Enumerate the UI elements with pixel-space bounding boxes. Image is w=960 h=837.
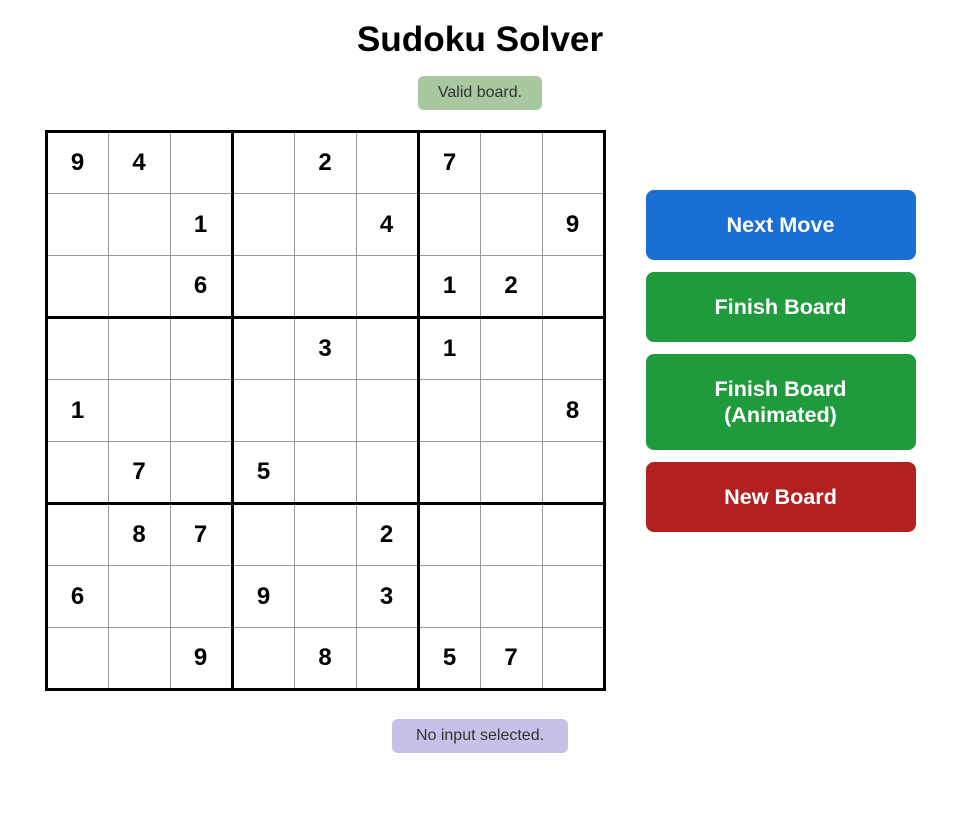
grid-cell[interactable]	[46, 318, 108, 380]
finish-board-button[interactable]: Finish Board	[646, 272, 916, 342]
valid-board-badge: Valid board.	[418, 76, 542, 110]
grid-cell[interactable]: 3	[294, 318, 356, 380]
grid-cell[interactable]	[232, 380, 294, 442]
grid-cell[interactable]	[108, 380, 170, 442]
grid-cell[interactable]: 4	[356, 194, 418, 256]
grid-cell[interactable]: 1	[46, 380, 108, 442]
grid-cell[interactable]: 6	[46, 566, 108, 628]
grid-cell[interactable]	[108, 566, 170, 628]
grid-cell[interactable]	[418, 194, 480, 256]
grid-cell[interactable]	[232, 318, 294, 380]
grid-cell[interactable]	[232, 256, 294, 318]
grid-cell[interactable]	[356, 442, 418, 504]
grid-cell[interactable]: 4	[108, 132, 170, 194]
grid-cell[interactable]	[294, 256, 356, 318]
grid-cell[interactable]: 2	[294, 132, 356, 194]
grid-cell[interactable]	[480, 442, 542, 504]
main-area: 94271496123118758726939857 Next Move Fin…	[45, 130, 916, 691]
grid-cell[interactable]: 8	[108, 504, 170, 566]
grid-cell[interactable]	[542, 132, 604, 194]
grid-cell[interactable]: 1	[418, 256, 480, 318]
grid-cell[interactable]	[232, 504, 294, 566]
grid-cell[interactable]	[480, 380, 542, 442]
grid-cell[interactable]	[46, 504, 108, 566]
grid-cell[interactable]: 2	[480, 256, 542, 318]
grid-cell[interactable]: 9	[46, 132, 108, 194]
grid-cell[interactable]	[46, 256, 108, 318]
grid-cell[interactable]	[480, 566, 542, 628]
grid-cell[interactable]	[356, 628, 418, 690]
page-title: Sudoku Solver	[357, 20, 603, 60]
grid-cell[interactable]	[542, 566, 604, 628]
grid-cell[interactable]: 9	[542, 194, 604, 256]
new-board-button[interactable]: New Board	[646, 462, 916, 532]
grid-cell[interactable]: 7	[108, 442, 170, 504]
grid-cell[interactable]	[542, 318, 604, 380]
grid-cell[interactable]: 6	[170, 256, 232, 318]
grid-cell[interactable]	[542, 504, 604, 566]
grid-cell[interactable]	[294, 380, 356, 442]
grid-cell[interactable]	[418, 380, 480, 442]
grid-cell[interactable]	[542, 256, 604, 318]
grid-cell[interactable]	[170, 566, 232, 628]
grid-cell[interactable]	[294, 194, 356, 256]
grid-cell[interactable]: 7	[170, 504, 232, 566]
grid-cell[interactable]	[294, 504, 356, 566]
grid-cell[interactable]	[480, 132, 542, 194]
grid-cell[interactable]	[108, 628, 170, 690]
grid-cell[interactable]	[418, 442, 480, 504]
sudoku-grid: 94271496123118758726939857	[45, 130, 606, 691]
grid-cell[interactable]	[108, 194, 170, 256]
grid-cell[interactable]	[108, 318, 170, 380]
grid-cell[interactable]	[294, 566, 356, 628]
grid-cell[interactable]	[170, 380, 232, 442]
grid-cell[interactable]	[542, 628, 604, 690]
grid-cell[interactable]	[480, 194, 542, 256]
grid-cell[interactable]: 5	[232, 442, 294, 504]
grid-cell[interactable]: 8	[294, 628, 356, 690]
grid-cell[interactable]: 1	[170, 194, 232, 256]
grid-cell[interactable]	[480, 318, 542, 380]
grid-cell[interactable]: 8	[542, 380, 604, 442]
grid-cell[interactable]: 2	[356, 504, 418, 566]
grid-cell[interactable]	[356, 318, 418, 380]
grid-cell[interactable]: 7	[480, 628, 542, 690]
grid-cell[interactable]	[232, 194, 294, 256]
grid-cell[interactable]	[418, 504, 480, 566]
grid-cell[interactable]: 7	[418, 132, 480, 194]
grid-cell[interactable]	[356, 380, 418, 442]
next-move-button[interactable]: Next Move	[646, 190, 916, 260]
grid-cell[interactable]: 1	[418, 318, 480, 380]
grid-cell[interactable]: 3	[356, 566, 418, 628]
grid-cell[interactable]	[46, 628, 108, 690]
grid-cell[interactable]: 9	[170, 628, 232, 690]
finish-board-animated-button[interactable]: Finish Board (Animated)	[646, 354, 916, 450]
grid-cell[interactable]	[170, 442, 232, 504]
grid-cell[interactable]	[46, 442, 108, 504]
grid-cell[interactable]	[418, 566, 480, 628]
bottom-status-badge: No input selected.	[392, 719, 568, 753]
grid-cell[interactable]	[356, 256, 418, 318]
grid-cell[interactable]	[356, 132, 418, 194]
grid-cell[interactable]: 5	[418, 628, 480, 690]
grid-cell[interactable]	[232, 132, 294, 194]
grid-cell[interactable]	[46, 194, 108, 256]
grid-cell[interactable]	[542, 442, 604, 504]
grid-cell[interactable]: 9	[232, 566, 294, 628]
grid-cell[interactable]	[480, 504, 542, 566]
grid-cell[interactable]	[108, 256, 170, 318]
grid-cell[interactable]	[294, 442, 356, 504]
grid-cell[interactable]	[232, 628, 294, 690]
grid-cell[interactable]	[170, 318, 232, 380]
buttons-panel: Next Move Finish Board Finish Board (Ani…	[646, 190, 916, 532]
grid-cell[interactable]	[170, 132, 232, 194]
